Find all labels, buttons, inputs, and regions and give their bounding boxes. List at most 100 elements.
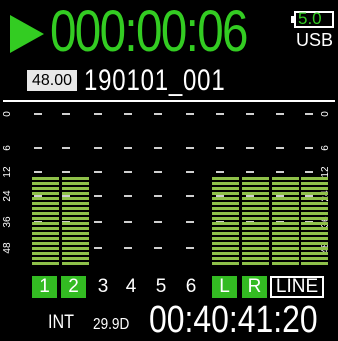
meter-scale-dash [305,113,313,115]
meter-scale-dash [154,147,162,149]
meter-segment [32,257,59,260]
meter-segment [242,172,269,175]
meter-segment [62,172,89,175]
meter-segment [242,177,269,180]
meter-segment [272,157,299,160]
meter-segment [242,202,269,205]
meter-segment [212,242,239,245]
meter-scale-dash [124,113,132,115]
meter-scale-dash [276,113,284,115]
meter-scale-label: 36 [2,216,13,228]
meter-scale-label: 24 [2,190,13,202]
meter-scale-dash [186,113,194,115]
meter-segment [62,162,89,165]
meter-segment [242,232,269,235]
meter-segment [62,247,89,250]
meter-segment [272,257,299,260]
meter-scale-label: 12 [2,166,13,178]
meter-segment [62,257,89,260]
meter-segment [272,202,299,205]
meter-segment [212,157,239,160]
meter-segment [242,197,269,200]
meter-segment [272,172,299,175]
level-meters: 00661212242436364848 [0,103,338,273]
meter-segment [272,167,299,170]
meter-segment [32,187,59,190]
meter-bar-r [242,149,269,267]
meter-segment [272,242,299,245]
meter-segment [272,227,299,230]
meter-segment [62,217,89,220]
channel-selector-row: 1 2 3 4 5 6 L R LINE [0,276,338,298]
meter-segment [242,152,269,155]
meter-scale-dash [186,195,194,197]
meter-segment [272,247,299,250]
channel-toggle-4[interactable]: 4 [121,276,141,298]
channel-toggle-r[interactable]: R [242,276,267,298]
meter-segment [301,167,328,170]
meter-scale-dash [94,247,102,249]
meter-scale-dash [154,113,162,115]
meter-segment [301,192,328,195]
meter-segment [301,157,328,160]
sample-rate-badge: 48.00 [27,70,77,91]
meter-segment [212,212,239,215]
play-icon [10,15,44,53]
meter-segment [32,177,59,180]
meter-segment [212,182,239,185]
meter-scale-dash [154,171,162,173]
timecode-row: INT 29.9D 00:40:41:20 [0,299,338,339]
meter-segment [301,152,328,155]
meter-segment [32,197,59,200]
meter-scale-dash [246,113,254,115]
meter-scale-dash [94,171,102,173]
meter-segment [272,252,299,255]
meter-bar-l [212,149,239,267]
meter-segment [212,172,239,175]
meter-segment [212,222,239,225]
meter-segment [212,152,239,155]
meter-scale-dash [124,247,132,249]
channel-toggle-1[interactable]: 1 [32,276,57,298]
channel-toggle-l[interactable]: L [212,276,237,298]
meter-bar-line-b [301,149,328,267]
meter-scale-label: 6 [2,145,13,151]
meter-segment [242,212,269,215]
meter-scale-dash [216,113,224,115]
meter-segment [301,262,328,265]
meter-segment [212,192,239,195]
meter-segment [62,167,89,170]
meter-segment [301,237,328,240]
meter-segment [62,197,89,200]
meter-segment [272,192,299,195]
channel-toggle-2[interactable]: 2 [61,276,86,298]
meter-segment [212,167,239,170]
meter-scale-dash [94,195,102,197]
channel-toggle-3[interactable]: 3 [93,276,113,298]
meter-scale-dash [94,221,102,223]
meter-segment [272,217,299,220]
meter-segment [62,212,89,215]
meter-segment [242,257,269,260]
meter-segment [272,152,299,155]
meter-segment [301,187,328,190]
meter-segment [62,242,89,245]
meter-segment [212,202,239,205]
meter-segment [301,252,328,255]
channel-toggle-6[interactable]: 6 [181,276,201,298]
meter-segment [301,217,328,220]
take-name: 190101_001 [84,64,226,97]
meter-segment [62,237,89,240]
meter-segment [32,217,59,220]
meter-scale-dash [124,195,132,197]
meter-scale-dash [186,247,194,249]
channel-toggle-5[interactable]: 5 [151,276,171,298]
meter-scale-dash [186,221,194,223]
divider [3,100,335,102]
meter-segment [272,262,299,265]
meter-segment [62,177,89,180]
meter-segment [62,182,89,185]
meter-segment [242,247,269,250]
meter-segment [32,192,59,195]
channel-toggle-line[interactable]: LINE [270,276,324,298]
